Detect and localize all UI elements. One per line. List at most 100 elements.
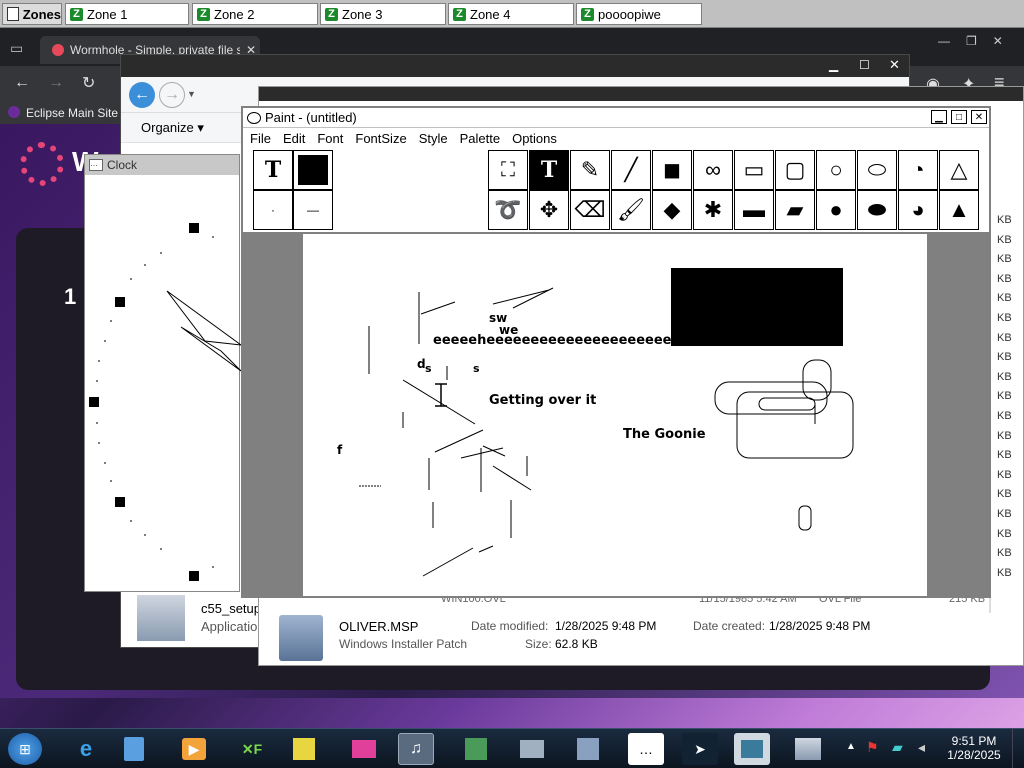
menu-edit[interactable]: Edit (283, 131, 305, 146)
paint-canvas[interactable]: Getting over it The Goonie eeeeeheeeeeee… (303, 234, 927, 596)
current-pattern-swatch[interactable] (293, 150, 333, 190)
tool-filled-circle-icon[interactable]: ● (816, 190, 856, 230)
tray-clock[interactable]: 9:51 PM 1/28/2025 (944, 734, 1004, 762)
minimize-icon[interactable]: ▁ (931, 110, 947, 124)
rounded-rect-shape (736, 391, 854, 459)
brush-dot-size[interactable]: · (253, 190, 293, 230)
installer-patch-icon (279, 615, 323, 661)
show-desktop-button[interactable] (1012, 729, 1024, 768)
ibeam-cursor-icon (435, 383, 447, 407)
tool-circle-icon[interactable]: ○ (816, 150, 856, 190)
forward-icon[interactable]: → (48, 74, 64, 92)
media-player-icon[interactable]: ▶ (176, 733, 212, 765)
app-icon-cursor[interactable]: ➤ (682, 733, 718, 765)
tool-text-icon[interactable]: T (529, 150, 569, 190)
maximize-icon[interactable]: ☐ (859, 58, 870, 72)
app-icon-window[interactable] (734, 733, 770, 765)
tray-time: 9:51 PM (951, 734, 997, 748)
app-icon-setup[interactable] (790, 733, 826, 765)
bookmark-eclipse[interactable]: Eclipse Main Site (26, 106, 118, 120)
app-icon-pencil[interactable] (286, 733, 322, 765)
app-icon-notes[interactable]: ♫ (398, 733, 434, 765)
file-explorer-icon[interactable] (116, 733, 152, 765)
zone-tab-4[interactable]: Z Zone 4 (448, 3, 574, 25)
restore-icon[interactable]: ❐ (966, 34, 977, 50)
tool-filled-rectangle-icon[interactable]: ▬ (734, 190, 774, 230)
tool-filled-triangle-icon[interactable]: ▲ (939, 190, 979, 230)
organize-button[interactable]: Organize ▾ (141, 120, 204, 136)
app-icon-green[interactable]: ✕F (234, 733, 270, 765)
tray-expand-icon[interactable]: ▲ (846, 741, 856, 752)
back-icon[interactable]: ← (14, 74, 30, 92)
explorer-forward-icon[interactable]: → (159, 82, 185, 108)
paint-app-icon[interactable] (247, 111, 261, 124)
minimize-icon[interactable]: ▁ (829, 58, 838, 72)
file-name[interactable]: c55_setup (201, 601, 261, 616)
menu-palette[interactable]: Palette (460, 131, 500, 146)
app-icon-computer[interactable] (570, 733, 606, 765)
menu-fontsize[interactable]: FontSize (355, 131, 406, 146)
tab-actions-icon[interactable]: ▭ (10, 40, 23, 57)
zone-tab-1[interactable]: Z Zone 1 (65, 3, 189, 25)
line-width-indicator[interactable]: — (293, 190, 333, 230)
menu-options[interactable]: Options (512, 131, 557, 146)
tool-triangle-icon[interactable]: △ (939, 150, 979, 190)
tool-eraser-icon[interactable]: ⌫ (570, 190, 610, 230)
tool-ellipse-icon[interactable]: ⬭ (857, 150, 897, 190)
tool-filled-rounded-rect-icon[interactable]: ▰ (775, 190, 815, 230)
tool-rectangle-icon[interactable]: ▭ (734, 150, 774, 190)
drawn-stroke (478, 545, 494, 553)
tool-fill-bucket-icon[interactable]: ◆ (652, 190, 692, 230)
size-cell: KB (997, 390, 1012, 403)
explorer-back-icon[interactable]: ← (129, 82, 155, 108)
size-cell: KB (997, 547, 1012, 560)
maximize-icon[interactable]: □ (951, 110, 967, 124)
zone-tab-5[interactable]: Z poooopiwe (576, 3, 702, 25)
tool-brush-icon[interactable]: 🖌 (611, 190, 651, 230)
recent-dropdown-icon[interactable]: ▼ (187, 89, 196, 99)
network-icon[interactable]: ▰ (892, 739, 903, 756)
tool-selection-icon[interactable]: ⛶ (488, 150, 528, 190)
tool-arc-icon[interactable]: ◔ (898, 150, 938, 190)
close-icon[interactable]: ✕ (889, 57, 900, 73)
zones-toolbar: Zones Z Zone 1 Z Zone 2 Z Zone 3 Z Zone … (0, 0, 1024, 28)
minimize-icon[interactable]: — (938, 34, 950, 50)
canvas-text: The Goonie (623, 427, 706, 442)
tool-line-icon[interactable]: ╱ (611, 150, 651, 190)
tool-curve-icon[interactable]: ∞ (693, 150, 733, 190)
zones-menu-button[interactable]: Zones (2, 3, 62, 25)
app-icon-pink[interactable] (346, 733, 382, 765)
menu-file[interactable]: File (250, 131, 271, 146)
rounded-rect-shape (758, 397, 816, 411)
tool-spray-can-icon[interactable]: ✱ (693, 190, 733, 230)
app-icon-spreadsheet[interactable] (458, 733, 494, 765)
clock-window: … Clock (84, 154, 241, 592)
close-icon[interactable]: ✕ (993, 34, 1003, 50)
internet-explorer-icon[interactable]: e (68, 733, 104, 765)
details-size-label: Size: (525, 637, 552, 651)
action-center-flag-icon[interactable]: ⚑ (866, 739, 879, 756)
minute-dot (98, 360, 100, 362)
canvas-drawing: Getting over it The Goonie eeeeeheeeeeee… (337, 268, 854, 577)
tool-move-icon[interactable]: ✥ (529, 190, 569, 230)
clock-system-menu-icon[interactable]: … (89, 159, 103, 171)
tool-pencil-icon[interactable]: ✎ (570, 150, 610, 190)
tool-3d-box-icon[interactable]: ◼ (652, 150, 692, 190)
zone-tab-3[interactable]: Z Zone 3 (320, 3, 446, 25)
drawn-stroke (482, 445, 506, 457)
menu-font[interactable]: Font (317, 131, 343, 146)
tool-filled-arc-icon[interactable]: ◕ (898, 190, 938, 230)
reload-icon[interactable]: ↻ (82, 73, 95, 93)
start-button[interactable]: ⊞ (8, 733, 42, 765)
menu-style[interactable]: Style (419, 131, 448, 146)
zone-tab-2[interactable]: Z Zone 2 (192, 3, 318, 25)
app-icon-printer[interactable] (514, 733, 550, 765)
tool-lasso-icon[interactable]: ➰ (488, 190, 528, 230)
app-icon-blank[interactable]: … (628, 733, 664, 765)
tool-filled-ellipse-icon[interactable]: ⬬ (857, 190, 897, 230)
tool-rounded-rect-icon[interactable]: ▢ (775, 150, 815, 190)
tab-favicon-icon (52, 44, 64, 56)
canvas-text: s (425, 362, 432, 375)
volume-icon[interactable]: ◂ (918, 739, 925, 756)
close-icon[interactable]: ✕ (971, 110, 987, 124)
